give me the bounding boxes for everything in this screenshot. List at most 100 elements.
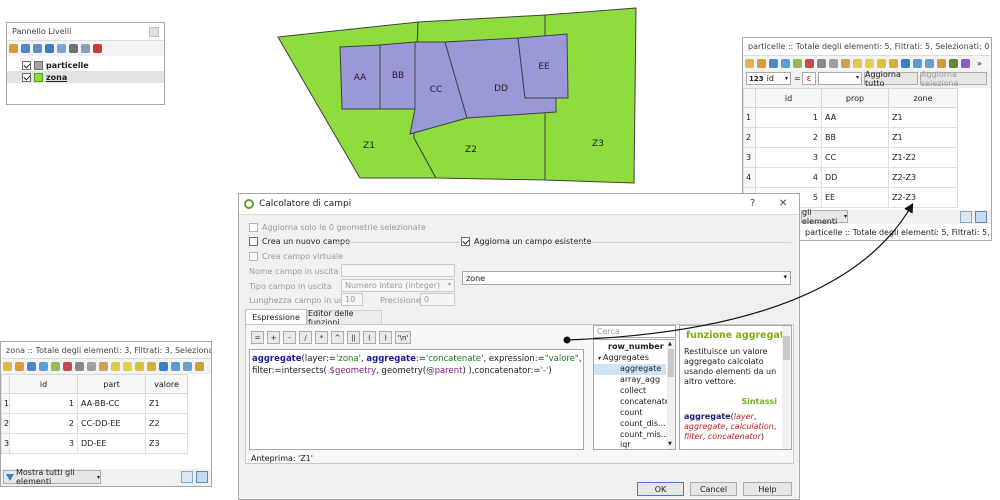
cancel-button[interactable]: Cancel: [690, 482, 737, 496]
layer-particelle-checkbox[interactable]: [22, 60, 31, 70]
function-search-input[interactable]: Cerca: [593, 325, 676, 338]
tree-item-count-missing[interactable]: count_mis...: [620, 430, 668, 439]
help-scrollbar[interactable]: [782, 326, 791, 449]
layer-row-zona[interactable]: zona: [7, 71, 164, 83]
table-row[interactable]: 3 3 DD-EE Z3: [1, 433, 188, 454]
cell-prop[interactable]: EE: [821, 187, 889, 208]
op-plus-button[interactable]: +: [267, 331, 280, 344]
filter-expression-icon[interactable]: [57, 43, 66, 53]
toggle-editing-icon[interactable]: [3, 361, 12, 371]
pan-to-selection-icon[interactable]: [183, 361, 192, 371]
only-selected-checkbox[interactable]: [249, 223, 258, 232]
cell-valore[interactable]: Z2: [145, 413, 188, 434]
tree-scrollbar[interactable]: ▲ ▼: [667, 340, 675, 449]
cell-id[interactable]: 3: [9, 433, 78, 454]
tree-item-concatenate[interactable]: concatenate: [620, 397, 670, 406]
scroll-thumb[interactable]: [783, 336, 790, 360]
reload-icon[interactable]: [781, 58, 790, 68]
close-icon[interactable]: ✕: [779, 198, 787, 209]
zoom-to-selection-icon[interactable]: [195, 361, 204, 371]
filter-icon[interactable]: [159, 361, 168, 371]
precision-spinbox[interactable]: 0: [420, 293, 455, 306]
tree-item-iqr[interactable]: iqr: [620, 440, 631, 449]
add-feature-icon[interactable]: [793, 58, 802, 68]
field-calculator-icon[interactable]: [949, 58, 958, 68]
layer-zona-checkbox[interactable]: [22, 72, 31, 82]
tree-collapse-icon[interactable]: ▾: [598, 355, 601, 362]
tree-item-array-agg[interactable]: array_agg: [620, 375, 660, 384]
conditional-format-icon[interactable]: [961, 58, 970, 68]
add-group-icon[interactable]: [21, 43, 30, 53]
panel-restore-icon[interactable]: [149, 26, 159, 37]
pan-to-selection-icon[interactable]: [925, 58, 934, 68]
form-view-icon[interactable]: [960, 211, 972, 223]
paste-icon[interactable]: [99, 361, 108, 371]
op-equals-button[interactable]: =: [251, 331, 264, 344]
column-header-id[interactable]: id: [9, 374, 78, 394]
expand-all-icon[interactable]: [69, 43, 78, 53]
cell-id[interactable]: 2: [9, 413, 78, 434]
column-header-part[interactable]: part: [77, 374, 146, 394]
move-selection-top-icon[interactable]: [913, 58, 922, 68]
delete-feature-icon[interactable]: [63, 361, 72, 371]
op-close-paren-button[interactable]: ): [379, 331, 392, 344]
table-row[interactable]: 3 3 CC Z1-Z2: [743, 147, 958, 168]
update-value-combo[interactable]: ▾: [818, 72, 862, 85]
cell-part[interactable]: AA-BB-CC: [77, 393, 146, 414]
update-all-button[interactable]: Aggiorna tutto: [864, 70, 918, 88]
cell-zone[interactable]: Z1-Z2: [888, 147, 958, 168]
cut-icon[interactable]: [817, 58, 826, 68]
paste-icon[interactable]: [841, 58, 850, 68]
show-all-features-button[interactable]: Mostra tutti gli elementi ▾: [3, 468, 101, 486]
table-view-icon[interactable]: [975, 211, 987, 223]
toolbar-overflow-icon[interactable]: »: [211, 362, 212, 371]
virtual-field-checkbox[interactable]: [249, 252, 258, 261]
update-existing-row[interactable]: Aggiorna un campo esistente: [461, 237, 591, 246]
deselect-icon[interactable]: [147, 361, 156, 371]
collapse-all-icon[interactable]: [81, 43, 90, 53]
cell-zone[interactable]: Z2-Z3: [888, 167, 958, 188]
zoom-to-selection-icon[interactable]: [937, 58, 946, 68]
cell-part[interactable]: CC-DD-EE: [77, 413, 146, 434]
remove-layer-icon[interactable]: [93, 43, 102, 53]
manage-visibility-icon[interactable]: [33, 43, 42, 53]
output-name-input[interactable]: [341, 264, 455, 277]
invert-selection-icon[interactable]: [877, 58, 886, 68]
op-open-paren-button[interactable]: (: [363, 331, 376, 344]
row-number[interactable]: 2: [743, 127, 756, 148]
reload-icon[interactable]: [39, 361, 48, 371]
new-field-checkbox[interactable]: [249, 237, 258, 246]
style-brush-icon[interactable]: [9, 43, 18, 53]
op-newline-button[interactable]: '\n': [395, 331, 411, 344]
op-power-button[interactable]: ^: [331, 331, 344, 344]
table-row[interactable]: 2 2 BB Z1: [743, 127, 958, 148]
cell-prop[interactable]: BB: [821, 127, 889, 148]
scroll-up-icon[interactable]: ▲: [668, 341, 672, 347]
map-canvas[interactable]: AA BB CC DD EE Z1 Z2 Z3: [270, 0, 650, 190]
length-spinbox[interactable]: 10: [341, 293, 363, 306]
form-view-icon[interactable]: [181, 471, 193, 483]
cut-icon[interactable]: [75, 361, 84, 371]
scroll-thumb[interactable]: [668, 349, 674, 377]
field-select[interactable]: 123 id ▾: [746, 72, 791, 85]
cell-zone[interactable]: Z1: [888, 127, 958, 148]
select-expression-icon[interactable]: [111, 361, 120, 371]
table-row[interactable]: 4 4 DD Z2-Z3: [743, 167, 958, 188]
row-number[interactable]: 1: [1, 393, 10, 414]
copy-icon[interactable]: [829, 58, 838, 68]
table-row[interactable]: 1 1 AA-BB-CC Z1: [1, 393, 188, 414]
cell-prop[interactable]: AA: [821, 107, 889, 128]
cell-id[interactable]: 3: [755, 147, 822, 168]
cell-id[interactable]: 4: [755, 167, 822, 188]
toggle-editing-icon[interactable]: [745, 58, 754, 68]
move-selection-top-icon[interactable]: [171, 361, 180, 371]
help-question-icon[interactable]: ?: [750, 198, 755, 209]
cell-prop[interactable]: CC: [821, 147, 889, 168]
tree-item-aggregate-selected[interactable]: aggregate: [594, 364, 666, 375]
output-type-select[interactable]: Numero intero (integer) ▾: [341, 279, 455, 292]
delete-feature-icon[interactable]: [805, 58, 814, 68]
tree-item-aggregates[interactable]: ▾ Aggregates: [598, 353, 649, 362]
tree-item-row-number[interactable]: row_number: [608, 342, 664, 351]
cell-id[interactable]: 2: [755, 127, 822, 148]
tree-item-count[interactable]: count: [620, 408, 643, 417]
